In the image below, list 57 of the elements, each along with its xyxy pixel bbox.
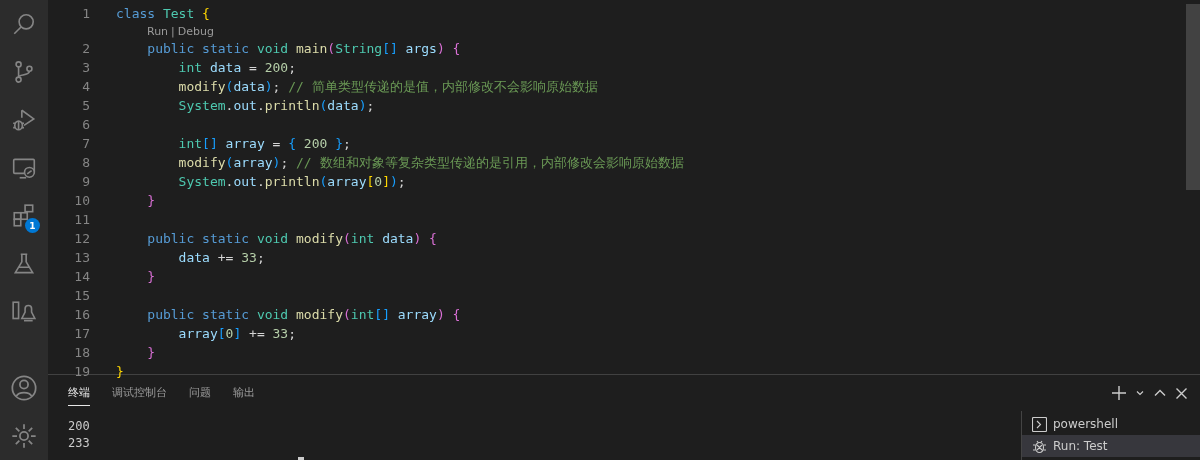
code-line: data += 33; <box>177 250 265 265</box>
code-line: System.out.println(array[0]); <box>177 174 406 189</box>
line-number: 6 <box>81 117 90 132</box>
line-number: 5 <box>81 98 90 113</box>
code-line: array[0] += 33; <box>177 326 297 341</box>
line-number: 3 <box>81 60 90 75</box>
code-line: public static void modify(int[] array) { <box>146 307 461 322</box>
code-line: public static void modify(int data) { <box>146 231 437 246</box>
line-number: 14 <box>73 269 90 284</box>
search-icon[interactable] <box>11 11 37 37</box>
terminal-output: 200 <box>68 419 91 435</box>
code-line: } <box>146 345 156 360</box>
code-line: int data = 200; <box>177 60 297 75</box>
line-number: 7 <box>81 136 90 151</box>
close-icon[interactable] <box>1175 386 1188 400</box>
panel-tab[interactable]: 终端 <box>68 380 90 406</box>
code-line: } <box>146 193 156 208</box>
scrollbar[interactable] <box>1186 4 1200 190</box>
code-line: public static void main(String[] args) { <box>146 41 461 56</box>
line-number: 9 <box>81 174 90 189</box>
code-line: int[] array = { 200 }; <box>177 136 351 151</box>
terminal-item[interactable]: Run: Test <box>1022 435 1200 457</box>
code-line: } <box>116 364 124 379</box>
terminal-icon <box>1032 416 1047 432</box>
line-number: 10 <box>73 193 90 208</box>
line-number: 8 <box>81 155 90 170</box>
run-link[interactable]: Run <box>147 24 169 38</box>
code-line: System.out.println(data); <box>177 98 375 113</box>
terminal-output: 233 <box>68 436 91 452</box>
plus-icon[interactable] <box>1111 385 1127 401</box>
panel-tab[interactable]: 输出 <box>233 380 255 406</box>
line-number: 1 <box>81 6 90 21</box>
line-number: 15 <box>73 288 90 303</box>
terminal-item[interactable]: powershell <box>1022 413 1200 435</box>
play-bug-icon[interactable] <box>11 107 37 133</box>
bug-icon <box>1032 438 1047 454</box>
panel-tab[interactable]: 问题 <box>189 380 211 406</box>
line-number: 12 <box>73 231 90 246</box>
code-line: modify(data); // 简单类型传递的是值，内部修改不会影响原始数据 <box>177 77 598 96</box>
chevron-down-icon[interactable] <box>1135 388 1145 398</box>
debug-link[interactable]: Debug <box>177 24 214 38</box>
line-number: 19 <box>73 364 90 379</box>
panel-tab[interactable]: 调试控制台 <box>112 380 167 406</box>
line-number: 4 <box>81 79 90 94</box>
code-line: } <box>146 269 156 284</box>
account-icon[interactable] <box>10 374 38 402</box>
code-line: modify(array); // 数组和对象等复杂类型传递的是引用，内部修改会影响原始数据 <box>177 153 684 172</box>
line-number: 16 <box>73 307 90 322</box>
line-number: 18 <box>73 345 90 360</box>
code-line: class Test { <box>116 6 210 21</box>
line-number: 13 <box>73 250 90 265</box>
separator: | <box>171 24 175 38</box>
line-number: 17 <box>73 326 90 341</box>
line-number: 2 <box>81 41 90 56</box>
terminal-cursor <box>298 457 304 460</box>
line-number: 11 <box>73 212 90 227</box>
notification-badge: 1 <box>25 218 40 233</box>
